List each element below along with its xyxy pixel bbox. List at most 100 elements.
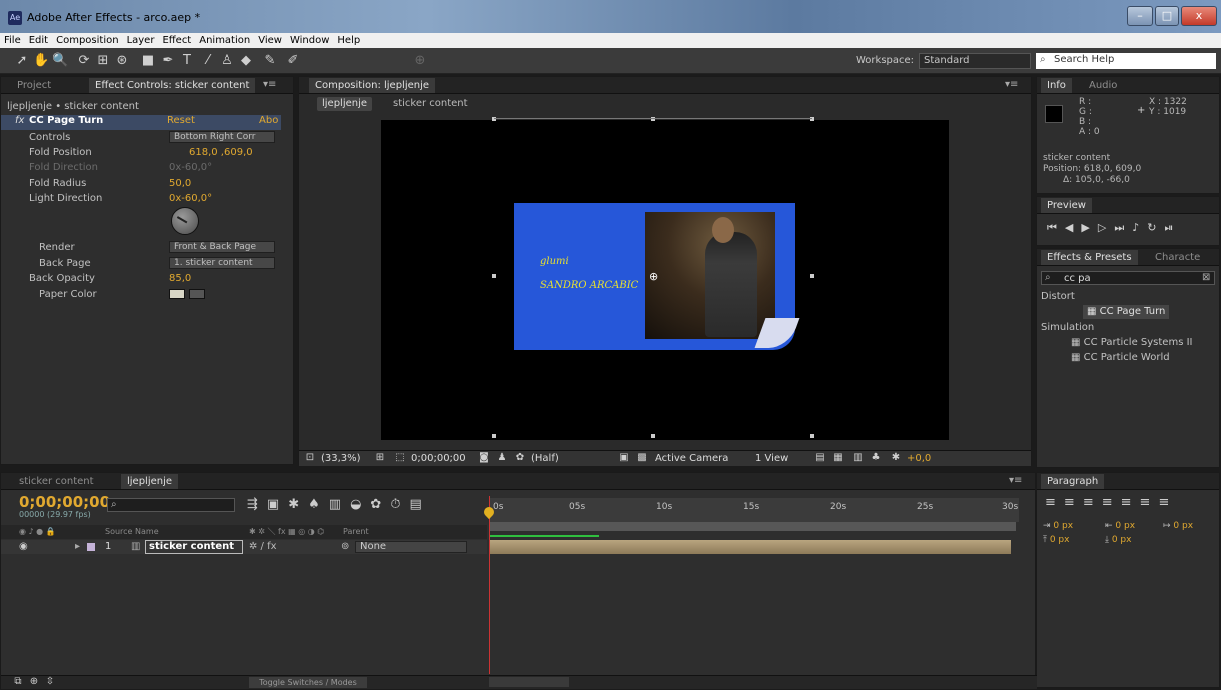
- layer-handle[interactable]: [810, 274, 814, 278]
- first-line-value[interactable]: 0 px: [1173, 521, 1193, 531]
- graph-editor-icon[interactable]: ▤: [409, 497, 430, 512]
- tab-composition[interactable]: Composition: ljepljenje: [309, 78, 436, 93]
- tab-effects-presets[interactable]: Effects & Presets: [1041, 250, 1138, 265]
- play-icon[interactable]: ▶: [1081, 221, 1097, 234]
- pan-behind-tool-icon[interactable]: ⊛: [114, 52, 130, 69]
- align-center-icon[interactable]: ≡: [1064, 495, 1083, 510]
- effect-reset-link[interactable]: Reset: [167, 115, 195, 126]
- auto-keyframe-icon[interactable]: ⏱: [390, 497, 409, 512]
- space-before-value[interactable]: 0 px: [1050, 535, 1070, 545]
- justify-all-icon[interactable]: ≡: [1158, 495, 1177, 510]
- rectangle-tool-icon[interactable]: ■: [140, 52, 156, 69]
- tab-preview[interactable]: Preview: [1041, 198, 1092, 213]
- layer-duration-bar[interactable]: [489, 540, 1011, 554]
- minimize-button[interactable]: –: [1127, 6, 1153, 26]
- menu-effect[interactable]: Effect: [158, 33, 195, 48]
- controls-dropdown[interactable]: Bottom Right Corr: [169, 131, 275, 143]
- menu-file[interactable]: File: [0, 33, 25, 48]
- loop-icon[interactable]: ↻: [1147, 221, 1164, 234]
- last-frame-icon[interactable]: ⏭: [1114, 221, 1132, 234]
- clone-stamp-tool-icon[interactable]: ♙: [219, 52, 235, 69]
- justify-right-icon[interactable]: ≡: [1140, 495, 1159, 510]
- view-layout-dropdown[interactable]: 1 View: [755, 453, 788, 464]
- effect-about-link[interactable]: Abo: [259, 115, 278, 126]
- tab-ljepljenje[interactable]: ljepljenje: [121, 474, 179, 489]
- flowchart-icon[interactable]: ♣: [869, 452, 883, 466]
- align-right-icon[interactable]: ≡: [1083, 495, 1102, 510]
- parent-dropdown[interactable]: None: [355, 541, 467, 553]
- ram-preview-icon[interactable]: ⏯: [1164, 221, 1181, 234]
- live-update-icon[interactable]: ▣: [267, 497, 288, 512]
- expand-layer-icon[interactable]: ▸: [75, 541, 80, 552]
- grid-icon[interactable]: ⊞: [373, 452, 387, 466]
- next-frame-icon[interactable]: ▷: [1098, 221, 1114, 234]
- toggle-switches-modes-button[interactable]: Toggle Switches / Modes: [249, 677, 367, 688]
- channel-icon[interactable]: ✿: [513, 452, 527, 466]
- transparency-grid-icon[interactable]: ▩: [635, 452, 649, 466]
- anchor-point-icon[interactable]: ⊕: [649, 270, 658, 283]
- magnification-icon[interactable]: ⊡: [303, 452, 317, 466]
- tab-sticker-content[interactable]: sticker content: [13, 474, 100, 489]
- comp-breadcrumb-ljepljenje[interactable]: ljepljenje: [317, 97, 373, 111]
- menu-view[interactable]: View: [254, 33, 286, 48]
- tab-character[interactable]: Characte: [1149, 250, 1206, 265]
- timeline-icon[interactable]: ▥: [851, 452, 865, 466]
- render-dropdown[interactable]: Front & Back Page: [169, 241, 275, 253]
- effect-item-cc-page-turn[interactable]: ▦ CC Page Turn: [1083, 305, 1170, 319]
- workspace-select[interactable]: Standard: [919, 53, 1031, 69]
- layer-name[interactable]: sticker content: [145, 540, 243, 554]
- current-time-display[interactable]: 0;00;00;00: [411, 453, 466, 464]
- zoom-dropdown[interactable]: (33,3%): [321, 453, 361, 464]
- menu-layer[interactable]: Layer: [123, 33, 159, 48]
- indent-right-value[interactable]: 0 px: [1115, 521, 1135, 531]
- layer-handle[interactable]: [492, 434, 496, 438]
- video-visibility-icon[interactable]: ◉: [19, 541, 28, 552]
- menu-composition[interactable]: Composition: [52, 33, 122, 48]
- toggle-pixel-aspect-icon[interactable]: ▤: [813, 452, 827, 466]
- comp-mini-flowchart-icon[interactable]: ⇶: [247, 497, 267, 512]
- indent-left-value[interactable]: 0 px: [1053, 521, 1073, 531]
- back-opacity-value[interactable]: 85,0: [169, 271, 191, 286]
- menu-animation[interactable]: Animation: [195, 33, 254, 48]
- audio-icon[interactable]: ♪: [1132, 221, 1147, 234]
- effect-item-cc-particle-systems[interactable]: ▦ CC Particle Systems II: [1071, 335, 1193, 350]
- clear-search-icon[interactable]: ⊠: [1202, 272, 1210, 283]
- layer-switches-icon[interactable]: ✲ / fx: [249, 541, 277, 552]
- tab-paragraph[interactable]: Paragraph: [1041, 474, 1105, 489]
- panel-menu-icon[interactable]: ▾≡: [263, 79, 276, 90]
- menu-help[interactable]: Help: [333, 33, 364, 48]
- camera-dropdown[interactable]: Active Camera: [655, 453, 728, 464]
- zoom-slider[interactable]: [489, 677, 569, 687]
- brainstorm-icon[interactable]: ✿: [370, 497, 390, 512]
- eraser-tool-icon[interactable]: ◆: [238, 52, 254, 69]
- selection-tool-icon[interactable]: ➚: [14, 52, 30, 69]
- resolution-dropdown[interactable]: (Half): [531, 453, 559, 464]
- comp-breadcrumb-sticker[interactable]: sticker content: [393, 97, 468, 111]
- frame-blending-icon[interactable]: ▥: [329, 497, 350, 512]
- exposure-icon[interactable]: ✱: [889, 452, 903, 466]
- roto-brush-tool-icon[interactable]: ✎: [262, 52, 278, 69]
- first-frame-icon[interactable]: ⏮: [1047, 221, 1065, 234]
- timeline-search-input[interactable]: ⌕: [107, 498, 235, 512]
- previous-frame-icon[interactable]: ◀: [1065, 221, 1081, 234]
- tab-project[interactable]: Project: [11, 78, 57, 93]
- hand-tool-icon[interactable]: ✋: [33, 52, 49, 69]
- paper-color-swatch[interactable]: [169, 289, 185, 299]
- layer-handle[interactable]: [810, 434, 814, 438]
- show-snapshot-icon[interactable]: ♟: [495, 452, 509, 466]
- layer-handle[interactable]: [492, 274, 496, 278]
- search-help-input[interactable]: Search Help ⌕: [1036, 53, 1216, 69]
- tab-effect-controls[interactable]: Effect Controls: sticker content: [89, 78, 256, 93]
- current-time-indicator[interactable]: [489, 496, 490, 674]
- justify-left-icon[interactable]: ≡: [1102, 495, 1121, 510]
- camera-tool-icon[interactable]: ⊞: [95, 52, 111, 69]
- light-direction-dial[interactable]: [171, 207, 199, 235]
- label-color-icon[interactable]: [87, 543, 95, 551]
- fold-position-value[interactable]: 618,0 ,609,0: [189, 145, 253, 160]
- brush-tool-icon[interactable]: ⁄: [200, 52, 216, 69]
- justify-center-icon[interactable]: ≡: [1121, 495, 1140, 510]
- panel-menu-icon[interactable]: ▾≡: [1005, 79, 1018, 90]
- timeline-timecode[interactable]: 0;00;00;00: [19, 493, 110, 511]
- space-after-value[interactable]: 0 px: [1112, 535, 1132, 545]
- motion-blur-icon[interactable]: ◒: [350, 497, 370, 512]
